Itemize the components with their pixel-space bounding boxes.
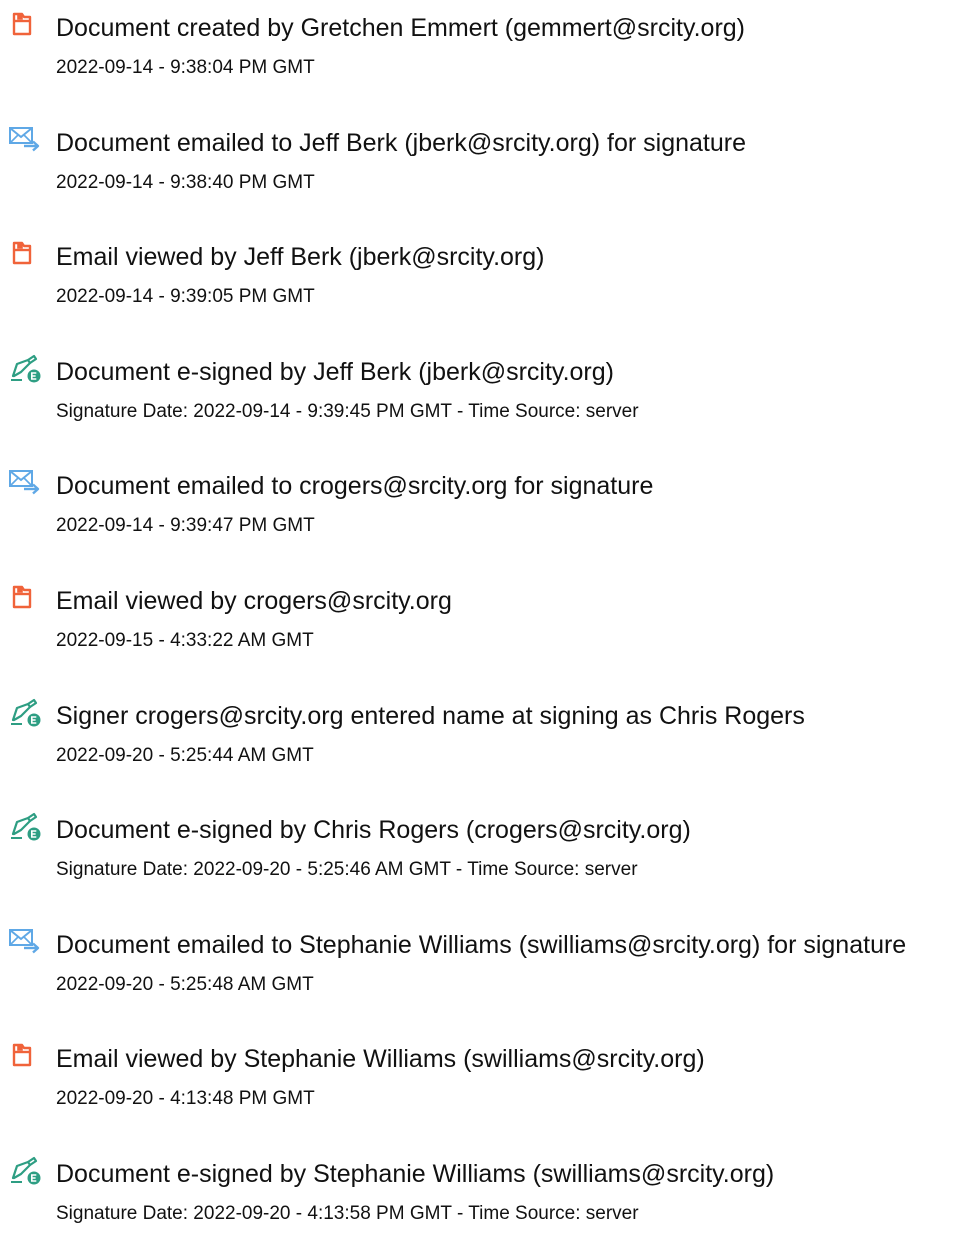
event-timestamp: 2022-09-15 - 4:33:22 AM GMT bbox=[56, 630, 314, 651]
event-title: Document emailed to Jeff Berk (jberk@src… bbox=[56, 128, 746, 157]
event-title: Email viewed by crogers@srcity.org bbox=[56, 587, 452, 615]
audit-event: Document emailed to Jeff Berk (jberk@src… bbox=[0, 126, 968, 229]
event-timestamp: 2022-09-14 - 9:39:05 PM GMT bbox=[56, 286, 315, 308]
document-icon bbox=[8, 583, 42, 611]
audit-event: Email viewed by Stephanie Williams (swil… bbox=[0, 1044, 968, 1145]
audit-event: Document emailed to Stephanie Williams (… bbox=[0, 928, 968, 1031]
esign-pen-icon bbox=[8, 1156, 42, 1185]
event-timestamp: 2022-09-14 - 9:38:40 PM GMT bbox=[56, 171, 315, 193]
esign-pen-icon bbox=[8, 698, 42, 727]
event-title: Document e-signed by Jeff Berk (jberk@sr… bbox=[56, 357, 614, 386]
email-sent-icon bbox=[8, 468, 42, 496]
document-icon bbox=[8, 10, 42, 38]
event-title: Signer crogers@srcity.org entered name a… bbox=[56, 701, 805, 730]
event-title: Document e-signed by Chris Rogers (croge… bbox=[56, 816, 691, 845]
email-sent-icon bbox=[8, 125, 42, 153]
audit-event: Document emailed to crogers@srcity.org f… bbox=[0, 470, 968, 572]
event-timestamp: 2022-09-20 - 5:25:44 AM GMT bbox=[56, 744, 314, 766]
document-icon bbox=[8, 239, 42, 267]
audit-event: Document e-signed by Jeff Berk (jberk@sr… bbox=[0, 354, 968, 458]
event-title: Document e-signed by Stephanie Williams … bbox=[56, 1160, 775, 1188]
esign-pen-icon bbox=[8, 812, 42, 841]
event-timestamp: 2022-09-14 - 9:38:04 PM GMT bbox=[56, 57, 315, 78]
event-timestamp: 2022-09-20 - 5:25:48 AM GMT bbox=[56, 973, 314, 995]
event-title: Document emailed to crogers@srcity.org f… bbox=[56, 472, 654, 501]
event-timestamp: Signature Date: 2022-09-20 - 5:25:46 AM … bbox=[56, 859, 638, 881]
audit-event: Document created by Gretchen Emmert (gem… bbox=[0, 12, 968, 114]
email-sent-icon bbox=[8, 927, 42, 955]
esign-pen-icon bbox=[8, 354, 42, 383]
event-timestamp: 2022-09-14 - 9:39:47 PM GMT bbox=[56, 515, 315, 537]
event-timestamp: Signature Date: 2022-09-14 - 9:39:45 PM … bbox=[56, 400, 639, 422]
event-title: Email viewed by Jeff Berk (jberk@srcity.… bbox=[56, 243, 545, 272]
event-title: Email viewed by Stephanie Williams (swil… bbox=[56, 1045, 705, 1074]
event-title: Document emailed to Stephanie Williams (… bbox=[56, 930, 907, 959]
event-timestamp: 2022-09-20 - 4:13:48 PM GMT bbox=[56, 1088, 315, 1110]
audit-event: Email viewed by crogers@srcity.org 2022-0… bbox=[0, 585, 968, 687]
audit-event: Email viewed by Jeff Berk (jberk@srcity.… bbox=[0, 241, 968, 343]
audit-event: Document e-signed by Chris Rogers (croge… bbox=[0, 813, 968, 916]
event-timestamp: Signature Date: 2022-09-20 - 4:13:58 PM … bbox=[56, 1203, 639, 1224]
audit-event: Document e-signed by Stephanie Williams … bbox=[0, 1156, 968, 1260]
document-icon bbox=[8, 1041, 42, 1069]
event-title: Document created by Gretchen Emmert (gem… bbox=[56, 14, 746, 42]
audit-event: Signer crogers@srcity.org entered name a… bbox=[0, 698, 968, 802]
